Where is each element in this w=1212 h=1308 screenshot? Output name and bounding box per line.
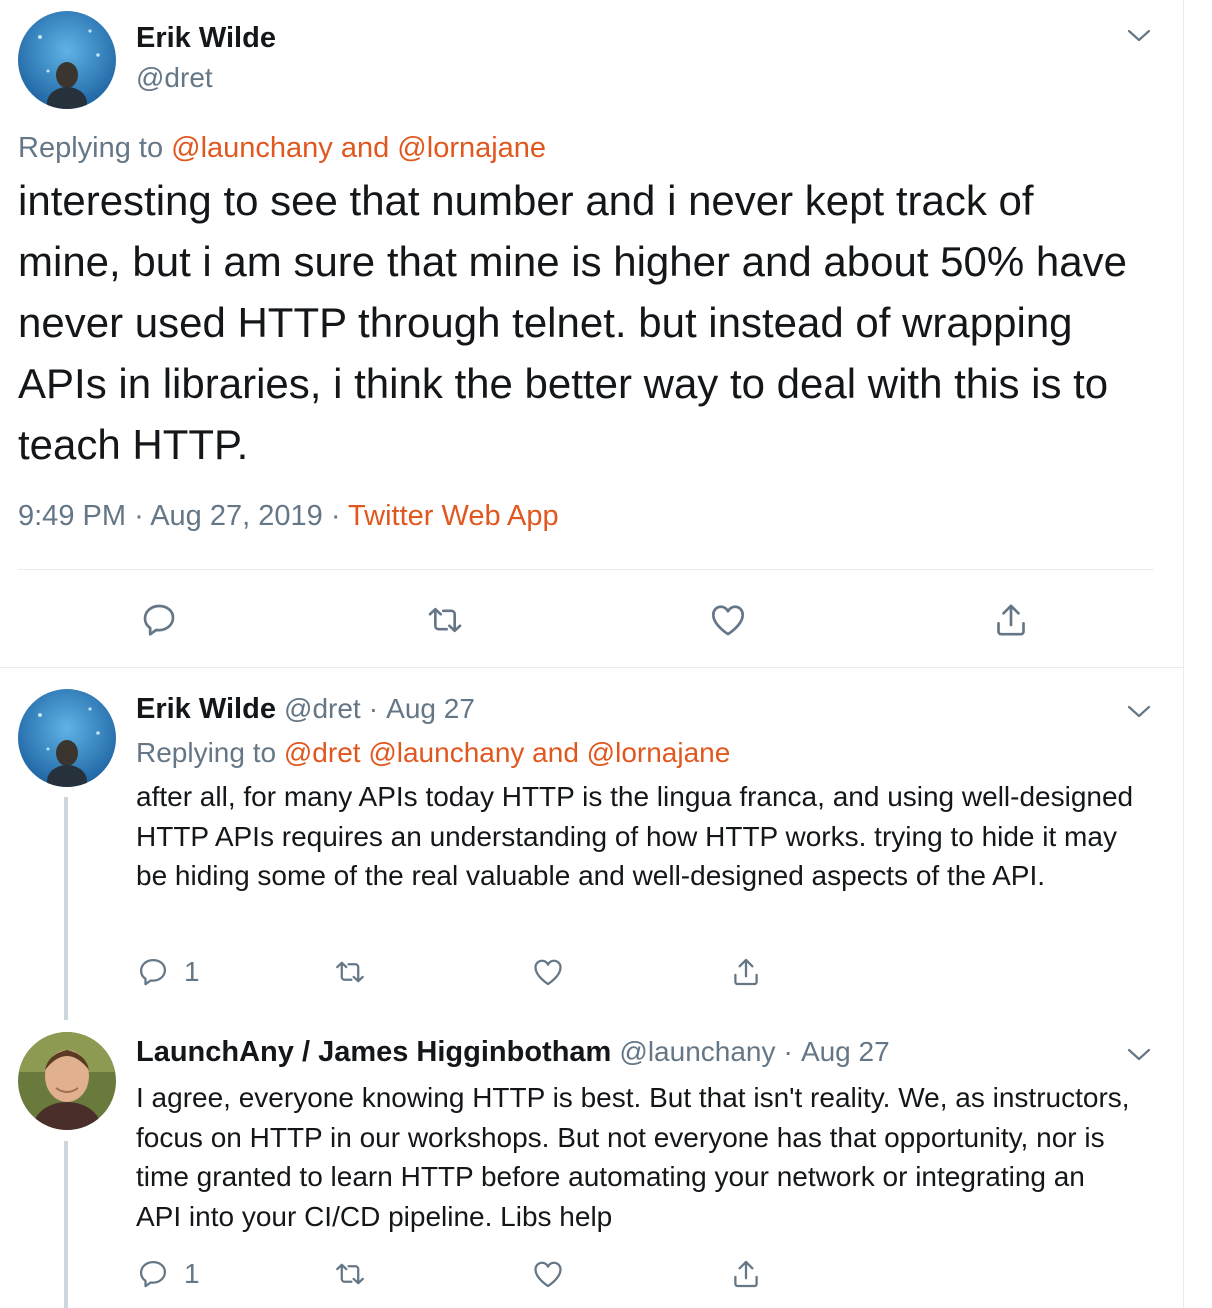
retweet-button[interactable] [332,955,368,989]
thread-line [64,1141,68,1308]
like-button[interactable] [707,600,749,640]
like-button[interactable] [530,1257,566,1291]
reply-header: Erik Wilde @dret · Aug 27 [136,693,475,726]
tweet-time[interactable]: 9:49 PM [18,500,126,532]
heart-icon [534,959,562,986]
retweet-icon [336,1263,364,1285]
meta-separator: · [134,500,144,532]
heart-icon [712,605,744,636]
reply-date[interactable]: Aug 27 [801,1036,890,1067]
meta-separator: · [783,1036,793,1067]
author-name[interactable]: Erik Wilde [136,22,276,55]
reply-author-name[interactable]: Erik Wilde [136,693,276,725]
reply-text: after all, for many APIs today HTTP is t… [136,781,1134,891]
reply-icon [139,1260,167,1288]
like-button[interactable] [530,955,566,989]
retweet-button[interactable] [425,600,465,640]
tweet-divider [0,667,1184,668]
author-handle[interactable]: @dret [136,62,213,94]
replying-to-links[interactable]: @launchany and @lornajane [171,132,546,164]
replying-to-prefix: Replying to [18,132,164,164]
share-button[interactable] [729,955,763,989]
replying-to-links[interactable]: @dret @launchany and @lornajane [284,737,730,768]
chevron-down-icon[interactable] [1124,1039,1154,1069]
reply-author-handle[interactable]: @dret [284,693,361,724]
reply-header: LaunchAny / James Higginbotham @launchan… [136,1036,890,1069]
meta-divider [18,569,1154,570]
retweet-icon [336,961,364,983]
avatar-erik-wilde[interactable] [18,11,116,109]
avatar-launchany[interactable] [18,1032,116,1130]
share-icon [734,1260,758,1288]
share-button[interactable] [991,600,1031,640]
tweet-date[interactable]: Aug 27, 2019 [150,500,323,532]
share-icon [997,604,1025,636]
replying-to: Replying to @dret @launchany and @lornaj… [136,737,730,769]
timeline-right-border [1183,0,1184,1308]
replying-to-prefix: Replying to [136,737,277,768]
reply-date[interactable]: Aug 27 [386,693,475,724]
reply-button[interactable] [139,600,179,640]
retweet-button[interactable] [332,1257,368,1291]
reply-author-handle[interactable]: @launchany [619,1036,775,1067]
reply-count: 1 [184,1258,200,1289]
meta-separator: · [368,693,379,724]
tweet-text: interesting to see that number and i nev… [18,177,1127,468]
meta-separator: · [330,500,341,532]
reply-icon [143,604,175,636]
share-icon [734,958,758,986]
avatar-erik-wilde[interactable] [18,689,116,787]
reply-count: 1 [184,956,200,987]
chevron-down-icon[interactable] [1124,696,1154,726]
thread-line [64,797,68,1020]
share-button[interactable] [729,1257,763,1291]
tweet-source[interactable]: Twitter Web App [348,500,559,532]
retweet-icon [428,607,462,633]
reply-author-name[interactable]: LaunchAny / James Higginbotham [136,1036,611,1068]
reply-icon [139,958,167,986]
reply-text: I agree, everyone knowing HTTP is best. … [136,1082,1130,1232]
reply-button[interactable]: 1 [136,955,200,989]
replying-to: Replying to @launchany and @lornajane [18,132,546,165]
chevron-down-icon[interactable] [1124,20,1154,50]
heart-icon [534,1261,562,1288]
tweet-meta: 9:49 PM · Aug 27, 2019 · Twitter Web App [18,500,559,533]
reply-button[interactable]: 1 [136,1257,200,1291]
